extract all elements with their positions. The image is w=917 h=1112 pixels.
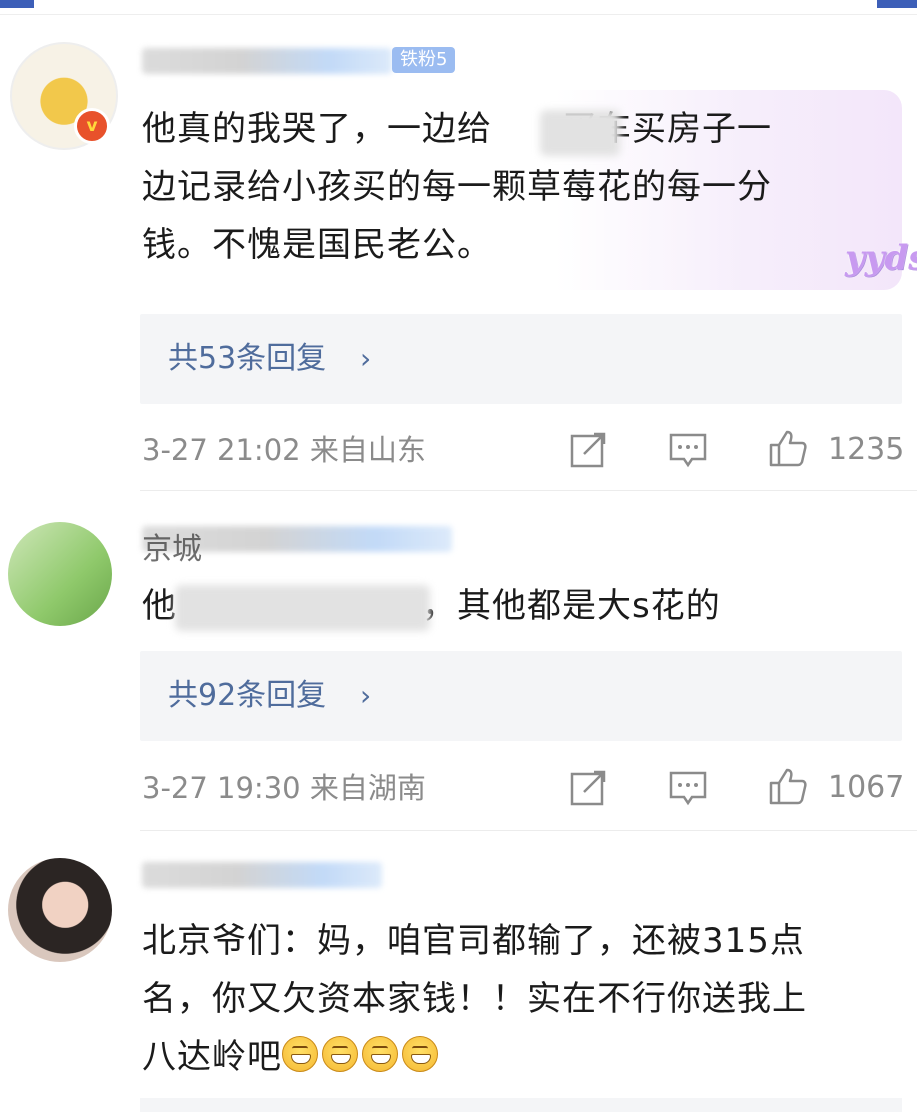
grin-emoji-icon — [362, 1036, 398, 1072]
replies-box-partial[interactable] — [140, 1098, 902, 1112]
grin-emoji-icon — [282, 1036, 318, 1072]
comment-text: 北京爷们：妈，咱官司都输了，还被315点 名，你又欠资本家钱！！实在不行你送我上… — [142, 912, 807, 1086]
comment-text-content: 北京爷们：妈，咱官司都输了，还被315点 名，你又欠资本家钱！！实在不行你送我上… — [142, 921, 807, 1077]
avatar[interactable] — [8, 858, 112, 962]
grin-emoji-icon — [402, 1036, 438, 1072]
comment-3: 北京爷们：妈，咱官司都输了，还被315点 名，你又欠资本家钱！！实在不行你送我上… — [0, 0, 917, 1112]
grin-emoji-icon — [322, 1036, 358, 1072]
username-blurred[interactable] — [142, 862, 382, 888]
